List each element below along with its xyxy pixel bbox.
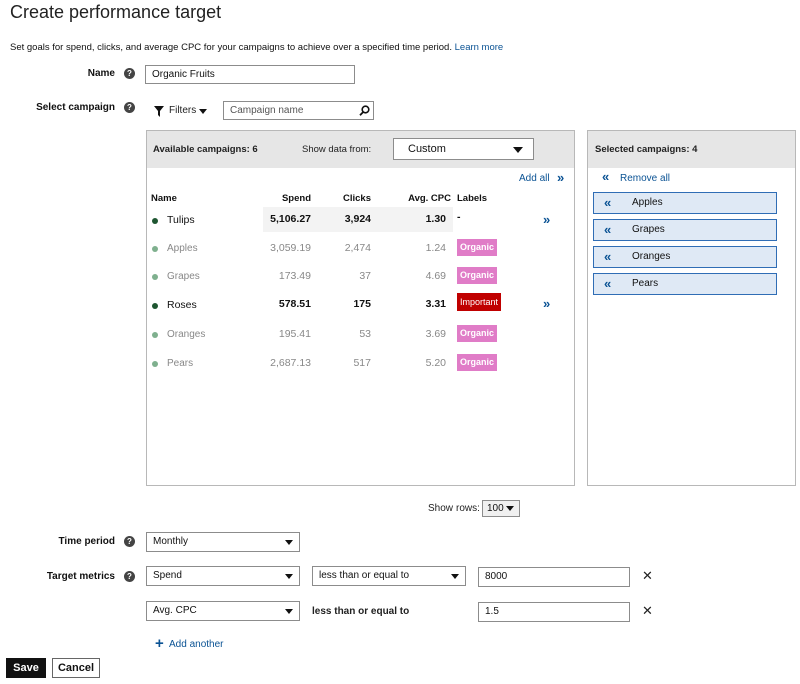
- selected-item[interactable]: « Pears: [593, 273, 777, 295]
- plus-icon: +: [155, 635, 164, 652]
- remove-campaign-icon[interactable]: «: [604, 276, 611, 291]
- time-period-select[interactable]: Monthly: [146, 532, 300, 552]
- table-row[interactable]: Oranges 195.41 53 3.69 Organic: [147, 321, 574, 350]
- target-metrics-label: Target metrics: [46, 571, 115, 582]
- status-dot: [152, 218, 158, 224]
- select-campaign-label: Select campaign: [36, 102, 115, 113]
- double-chevron-right-icon[interactable]: »: [557, 170, 564, 185]
- time-period-label: Time period: [58, 536, 116, 547]
- col-clicks[interactable]: Clicks: [321, 193, 371, 204]
- page-description: Set goals for spend, clicks, and average…: [10, 42, 504, 53]
- metric-select[interactable]: Spend: [146, 566, 300, 586]
- chevron-down-icon: [285, 540, 293, 545]
- status-dot: [152, 274, 158, 280]
- close-icon[interactable]: ✕: [642, 603, 653, 619]
- table-row[interactable]: Grapes 173.49 37 4.69 Organic: [147, 263, 574, 292]
- status-dot: [152, 246, 158, 252]
- show-label: Show: [428, 503, 454, 514]
- help-icon[interactable]: ?: [124, 536, 135, 547]
- add-campaign-icon[interactable]: »: [543, 296, 550, 311]
- rows-per-page-select[interactable]: 100: [482, 500, 520, 517]
- metric-select[interactable]: Avg. CPC: [146, 601, 300, 621]
- available-count: Available campaigns: 6: [153, 144, 258, 155]
- campaign-name: Roses: [167, 299, 197, 311]
- chevron-down-icon: [513, 147, 523, 153]
- table-row[interactable]: Roses 578.51 175 3.31 Important »: [147, 292, 574, 321]
- selected-campaigns-panel: Selected campaigns: 4 « Remove all « App…: [587, 130, 796, 486]
- name-input[interactable]: Organic Fruits: [145, 65, 355, 84]
- cancel-button[interactable]: Cancel: [52, 658, 100, 678]
- status-dot: [152, 332, 158, 338]
- selected-item[interactable]: « Grapes: [593, 219, 777, 241]
- save-button[interactable]: Save: [6, 658, 46, 678]
- rows-label: rows:: [456, 503, 480, 514]
- label-badge: Important: [457, 293, 502, 311]
- selected-item[interactable]: « Apples: [593, 192, 777, 214]
- label-text: -: [457, 211, 461, 223]
- metric-value-input[interactable]: 8000: [478, 567, 630, 587]
- remove-campaign-icon[interactable]: «: [604, 249, 611, 264]
- label-badge: Organic: [457, 267, 498, 284]
- label-badge: Organic: [457, 325, 498, 342]
- search-icon[interactable]: [359, 105, 370, 116]
- chevron-down-icon: [506, 506, 514, 511]
- show-data-from-select[interactable]: Custom: [393, 138, 534, 160]
- available-campaigns-header: Available campaigns: 6 Show data from: C…: [147, 131, 574, 168]
- campaign-name: Pears: [167, 358, 194, 369]
- add-campaign-icon[interactable]: »: [543, 212, 550, 227]
- operator-label: less than or equal to: [312, 606, 410, 617]
- label-badge: Organic: [457, 239, 498, 256]
- status-dot: [152, 361, 158, 367]
- col-labels[interactable]: Labels: [457, 193, 487, 204]
- add-another-link[interactable]: + Add another: [155, 635, 235, 652]
- remove-campaign-icon[interactable]: «: [604, 195, 611, 210]
- campaign-name: Oranges: [167, 329, 206, 340]
- selected-campaigns-header: Selected campaigns: 4: [588, 131, 795, 168]
- add-all-link[interactable]: Add all: [519, 173, 550, 184]
- metric-value-input[interactable]: 1.5: [478, 602, 630, 622]
- campaign-name: Grapes: [167, 271, 200, 282]
- label-badge: Organic: [457, 354, 498, 371]
- table-row[interactable]: Apples 3,059.19 2,474 1.24 Organic: [147, 235, 574, 263]
- chevron-down-icon: [199, 109, 207, 114]
- help-icon[interactable]: ?: [124, 68, 135, 79]
- col-spend[interactable]: Spend: [261, 193, 311, 204]
- chevron-down-icon: [285, 609, 293, 614]
- campaign-name: Tulips: [167, 214, 195, 226]
- show-data-from-label: Show data from:: [302, 144, 372, 155]
- remove-all-link[interactable]: Remove all: [620, 173, 670, 184]
- learn-more-link[interactable]: Learn more: [455, 42, 504, 53]
- campaign-name: Apples: [167, 243, 198, 254]
- help-icon[interactable]: ?: [124, 571, 135, 582]
- help-icon[interactable]: ?: [124, 102, 135, 113]
- page-title: Create performance target: [10, 2, 222, 22]
- filter-icon: [154, 106, 164, 117]
- selected-item[interactable]: « Oranges: [593, 246, 777, 268]
- status-dot: [152, 303, 158, 309]
- chevron-down-icon: [285, 574, 293, 579]
- close-icon[interactable]: ✕: [642, 568, 653, 584]
- available-campaigns-panel: Available campaigns: 6 Show data from: C…: [146, 130, 575, 486]
- name-label: Name: [87, 68, 115, 79]
- remove-campaign-icon[interactable]: «: [604, 222, 611, 237]
- campaign-search-input[interactable]: Campaign name: [223, 101, 374, 120]
- operator-select[interactable]: less than or equal to: [312, 566, 466, 586]
- table-row[interactable]: Tulips 5,106.27 3,924 1.30 - »: [147, 207, 574, 235]
- table-row[interactable]: Pears 2,687.13 517 5.20 Organic: [147, 350, 574, 379]
- col-name[interactable]: Name: [151, 193, 177, 204]
- selected-count: Selected campaigns: 4: [595, 144, 698, 155]
- chevron-down-icon: [451, 574, 459, 579]
- double-chevron-left-icon[interactable]: «: [602, 169, 609, 184]
- col-avg-cpc[interactable]: Avg. CPC: [396, 193, 451, 204]
